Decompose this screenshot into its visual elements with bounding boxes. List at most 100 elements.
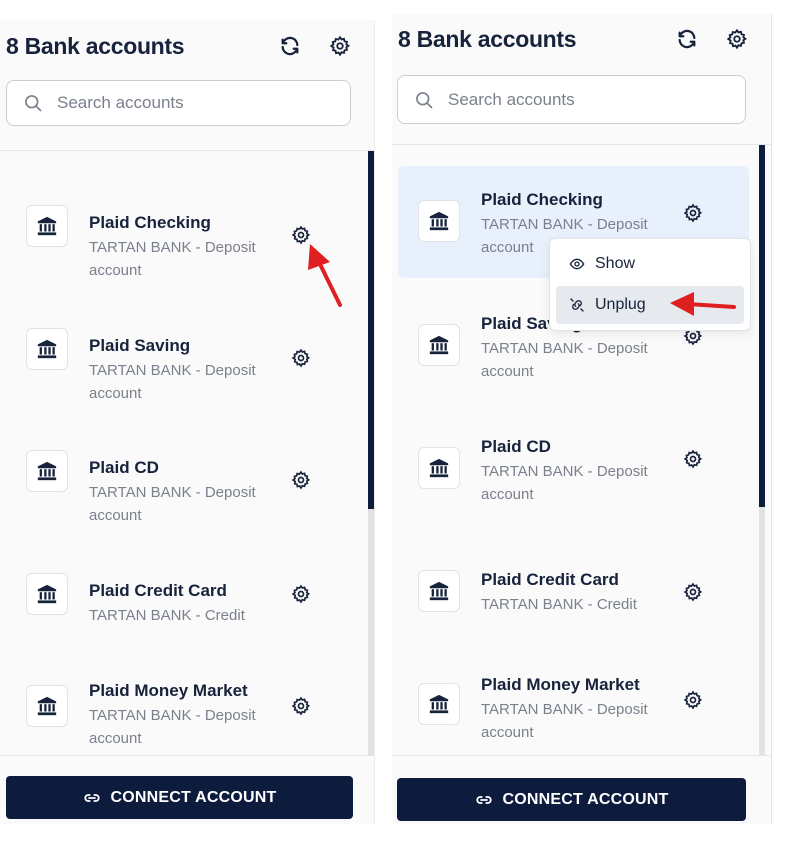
bank-logo (418, 447, 460, 489)
account-subtitle: TARTAN BANK - Deposit account (89, 362, 256, 402)
unlink-icon (570, 298, 584, 312)
panel-title: 8 Bank accounts (398, 25, 577, 52)
panel-header: 8 Bank accounts (6, 28, 354, 64)
account-row[interactable]: Plaid Money Market TARTAN BANK - Deposit… (0, 651, 364, 763)
account-name: Plaid CD (481, 437, 551, 456)
search-input[interactable] (55, 92, 319, 114)
account-row[interactable]: Plaid Money Market TARTAN BANK - Deposit… (392, 650, 761, 762)
bank-accounts-panel-left: 8 Bank accounts Plaid Checking TARTAN BA… (0, 20, 375, 824)
account-name: Plaid Credit Card (89, 581, 227, 600)
account-name: Plaid Money Market (89, 681, 248, 700)
account-name: Plaid CD (89, 458, 159, 477)
account-row[interactable]: Plaid Credit Card TARTAN BANK - Credit (392, 537, 761, 649)
account-row[interactable]: Plaid Saving TARTAN BANK - Deposit accou… (0, 294, 364, 406)
eye-icon (569, 258, 585, 270)
bank-icon (37, 339, 57, 359)
gear-icon (726, 28, 748, 50)
gear-icon (291, 470, 311, 490)
account-settings-button[interactable] (680, 579, 706, 605)
search-icon (25, 95, 42, 112)
panel-footer: CONNECT ACCOUNT (0, 755, 374, 824)
gear-icon (291, 225, 311, 245)
search-box (397, 75, 746, 124)
account-subtitle: TARTAN BANK - Credit (89, 607, 245, 624)
account-list: Plaid Checking TARTAN BANK - Deposit acc… (392, 145, 771, 756)
menu-item-show[interactable]: Show (556, 245, 744, 283)
account-context-menu: Show Unplug (549, 238, 751, 331)
menu-item-label: Show (595, 255, 636, 272)
connect-account-button[interactable]: CONNECT ACCOUNT (397, 778, 746, 821)
account-name: Plaid Checking (481, 190, 603, 209)
account-settings-button[interactable] (680, 446, 706, 472)
gear-icon (683, 690, 703, 710)
account-row[interactable]: Plaid CD TARTAN BANK - Deposit account (0, 417, 364, 529)
connect-account-label: CONNECT ACCOUNT (110, 788, 277, 806)
gear-icon (329, 35, 351, 57)
bank-logo (26, 205, 68, 247)
bank-logo (418, 683, 460, 725)
refresh-icon (281, 36, 299, 56)
account-subtitle: TARTAN BANK - Deposit account (481, 340, 648, 380)
menu-item-label: Unplug (595, 296, 646, 313)
connect-account-button[interactable]: CONNECT ACCOUNT (6, 776, 353, 819)
gear-icon (291, 584, 311, 604)
search-input[interactable] (446, 88, 710, 111)
bank-icon (37, 461, 57, 481)
account-subtitle: TARTAN BANK - Deposit account (481, 701, 648, 741)
account-settings-button[interactable] (288, 693, 314, 719)
search-box (6, 80, 351, 126)
panel-footer: CONNECT ACCOUNT (392, 755, 771, 824)
bank-logo (26, 450, 68, 492)
refresh-icon (678, 29, 696, 49)
account-row[interactable]: Plaid CD TARTAN BANK - Deposit account (392, 414, 761, 526)
account-name: Plaid Credit Card (481, 570, 619, 589)
gear-icon (683, 582, 703, 602)
bank-logo (26, 685, 68, 727)
account-subtitle: TARTAN BANK - Deposit account (481, 463, 648, 503)
account-name: Plaid Money Market (481, 675, 640, 694)
bank-logo (418, 570, 460, 612)
account-settings-button[interactable] (288, 467, 314, 493)
bank-icon (37, 584, 57, 604)
bank-icon (429, 211, 449, 231)
account-name: Plaid Saving (89, 336, 191, 355)
account-subtitle: TARTAN BANK - Credit (481, 596, 637, 613)
refresh-button[interactable] (276, 32, 304, 60)
account-settings-button[interactable] (288, 581, 314, 607)
search-icon (416, 91, 433, 108)
gear-icon (291, 348, 311, 368)
panel-header: 8 Bank accounts (398, 21, 751, 57)
link-icon (475, 795, 492, 804)
account-settings-button[interactable] (288, 222, 314, 248)
panel-title: 8 Bank accounts (6, 32, 185, 59)
gear-icon (683, 203, 703, 223)
gear-icon (291, 696, 311, 716)
link-icon (83, 793, 100, 802)
settings-button[interactable] (723, 25, 751, 53)
bank-icon (429, 335, 449, 355)
menu-item-unplug[interactable]: Unplug (556, 286, 744, 324)
bank-accounts-panel-right: 8 Bank accounts Plaid Checking TARTAN BA… (392, 14, 772, 824)
bank-logo (418, 200, 460, 242)
account-row[interactable]: Plaid Checking TARTAN BANK - Deposit acc… (0, 171, 364, 283)
account-list: Plaid Checking TARTAN BANK - Deposit acc… (0, 151, 374, 756)
bank-icon (429, 458, 449, 478)
account-subtitle: TARTAN BANK - Deposit account (89, 239, 256, 279)
bank-icon (37, 216, 57, 236)
account-row[interactable]: Plaid Credit Card TARTAN BANK - Credit (0, 540, 364, 652)
bank-icon (429, 694, 449, 714)
gear-icon (683, 449, 703, 469)
account-settings-button[interactable] (680, 687, 706, 713)
account-subtitle: TARTAN BANK - Deposit account (89, 484, 256, 524)
account-settings-button[interactable] (288, 345, 314, 371)
bank-icon (37, 696, 57, 716)
settings-button[interactable] (326, 32, 354, 60)
connect-account-label: CONNECT ACCOUNT (502, 790, 669, 808)
bank-logo (418, 324, 460, 366)
account-settings-button[interactable] (680, 200, 706, 226)
account-subtitle: TARTAN BANK - Deposit account (89, 707, 256, 747)
account-name: Plaid Checking (89, 213, 211, 232)
bank-logo (26, 573, 68, 615)
refresh-button[interactable] (673, 25, 701, 53)
bank-logo (26, 328, 68, 370)
